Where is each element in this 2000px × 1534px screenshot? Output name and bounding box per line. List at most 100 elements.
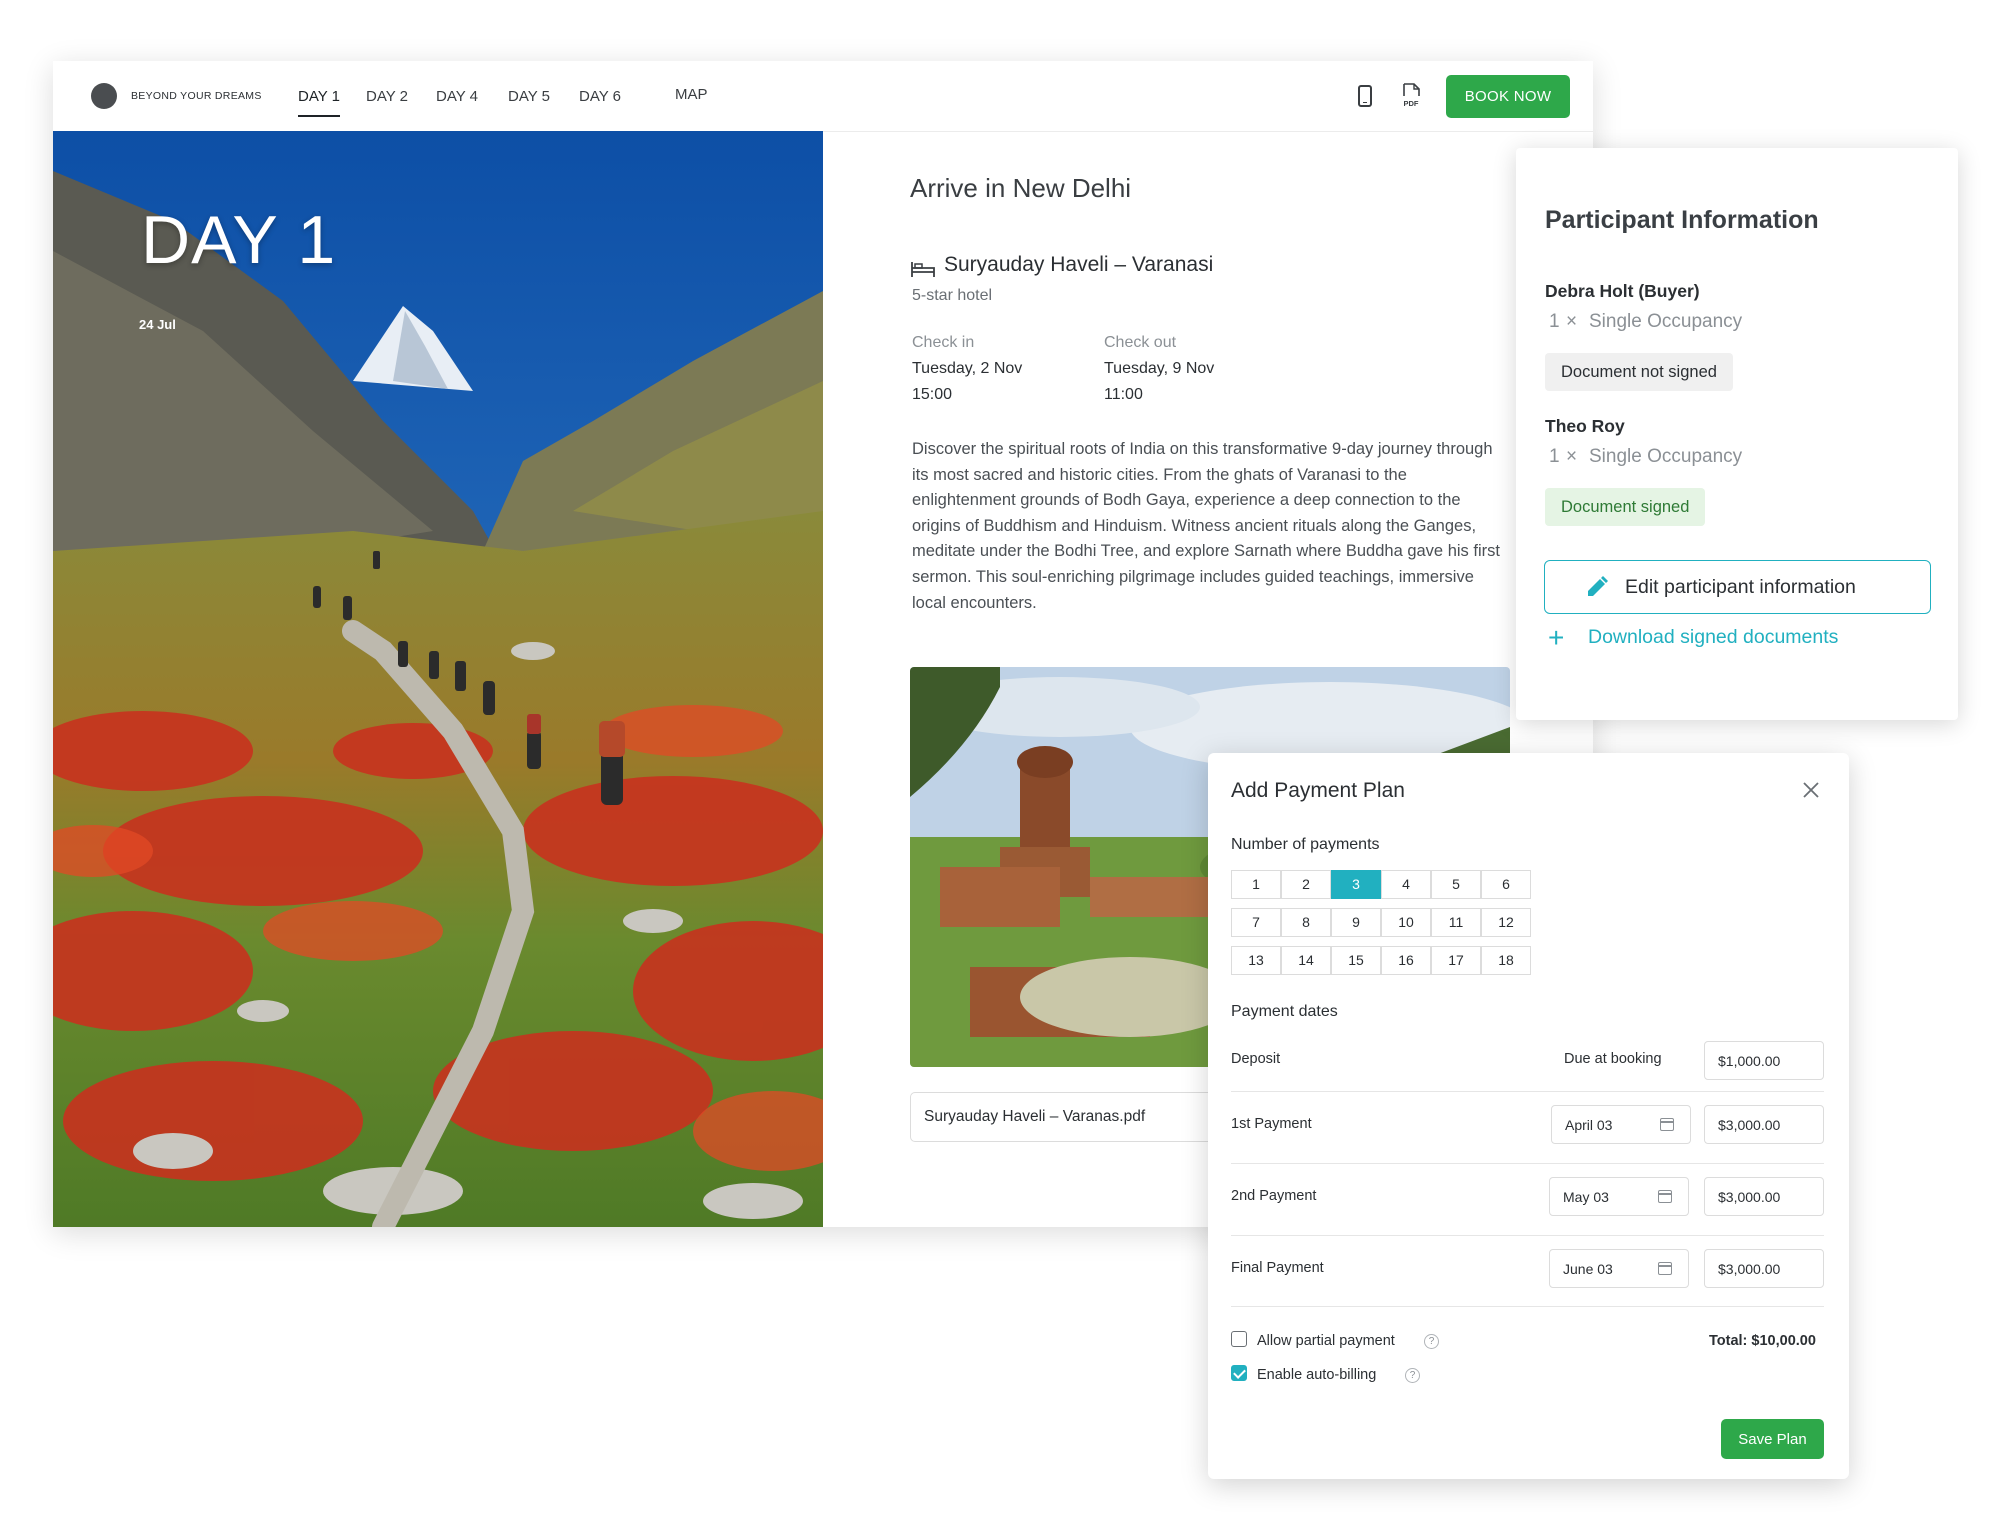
calendar-icon [1658, 1262, 1672, 1275]
participant-name: Theo Roy [1545, 416, 1625, 436]
tab-day-1[interactable]: DAY 1 [298, 88, 340, 105]
save-plan-button[interactable]: Save Plan [1721, 1419, 1824, 1459]
attached-pdf-name: Suryauday Haveli – Varanas.pdf [924, 1108, 1146, 1125]
amount-field[interactable]: $3,000.00 [1704, 1177, 1824, 1216]
edit-participant-button[interactable]: Edit participant information [1544, 560, 1931, 614]
auto-billing-label: Enable auto-billing [1257, 1367, 1377, 1383]
check-out-label: Check out [1104, 334, 1177, 351]
day-description: Discover the spiritual roots of India on… [912, 440, 1500, 612]
participant-room: Single Occupancy [1589, 446, 1743, 467]
payment-count-option[interactable]: 1 [1231, 870, 1281, 899]
calendar-icon [1658, 1190, 1672, 1203]
date-picker[interactable]: June 03 [1549, 1249, 1689, 1288]
dialog-title: Add Payment Plan [1231, 779, 1405, 802]
payment-plan-dialog: Add Payment Plan Number of payments 1234… [1208, 753, 1849, 1479]
status-badge: Document signed [1545, 488, 1706, 526]
payment-row-label: Deposit [1231, 1051, 1281, 1067]
payment-count-option[interactable]: 16 [1381, 946, 1431, 975]
payment-count-option[interactable]: 9 [1331, 908, 1381, 937]
payment-count-option[interactable]: 2 [1281, 870, 1331, 899]
row-divider [1231, 1306, 1824, 1307]
book-now-button[interactable]: BOOK NOW [1446, 75, 1570, 118]
check-out-date: Tuesday, 9 Nov [1104, 360, 1215, 377]
brand-logo[interactable] [91, 83, 117, 109]
status-badge: Document not signed [1545, 353, 1733, 391]
participant-quantity: 1 [1549, 311, 1560, 332]
day-heading: DAY 1 [141, 202, 337, 278]
payment-count-option[interactable]: 18 [1481, 946, 1531, 975]
phone-icon[interactable] [1358, 85, 1372, 107]
help-icon[interactable]: ? [1424, 1334, 1439, 1349]
amount-field[interactable]: $3,000.00 [1704, 1249, 1824, 1288]
times-sign: × [1566, 311, 1578, 332]
amount-field[interactable]: $1,000.00 [1704, 1041, 1824, 1080]
payment-count-option[interactable]: 6 [1481, 870, 1531, 899]
help-icon[interactable]: ? [1405, 1368, 1420, 1383]
payment-count-option[interactable]: 14 [1281, 946, 1331, 975]
allow-partial-checkbox[interactable] [1231, 1331, 1247, 1347]
amount-value: $1,000.00 [1718, 1053, 1781, 1069]
payment-row-label: 2nd Payment [1231, 1188, 1317, 1204]
payment-count-grid: 1 2 3 4 5 6 7 8 9 10 11 12 13 14 15 16 17 18 [1231, 870, 1531, 975]
day-date: 24 Jul [139, 317, 176, 332]
tab-map[interactable]: MAP [675, 86, 708, 103]
participant-panel-title: Participant Information [1545, 206, 1819, 234]
allow-partial-label: Allow partial payment [1257, 1333, 1395, 1349]
payment-row-label: Final Payment [1231, 1260, 1324, 1276]
top-navigation: BEYOND YOUR DREAMS DAY 1 DAY 2 DAY 4 DAY… [53, 61, 1593, 132]
times-sign: × [1566, 446, 1578, 467]
number-of-payments-label: Number of payments [1231, 836, 1380, 853]
payment-count-option[interactable]: 13 [1231, 946, 1281, 975]
date-value: June 03 [1563, 1261, 1613, 1277]
payment-count-option[interactable]: 10 [1381, 908, 1431, 937]
pencil-icon [1588, 576, 1608, 596]
active-tab-indicator [298, 115, 340, 117]
bed-icon [911, 262, 935, 277]
date-value: May 03 [1563, 1189, 1609, 1205]
pdf-icon[interactable]: PDF [1400, 83, 1422, 109]
close-icon[interactable] [1800, 779, 1822, 801]
amount-value: $3,000.00 [1718, 1261, 1781, 1277]
row-divider [1231, 1091, 1824, 1092]
row-divider [1231, 1163, 1824, 1164]
pdf-icon-text: PDF [1404, 99, 1419, 108]
payment-dates-label: Payment dates [1231, 1003, 1338, 1020]
date-picker[interactable]: April 03 [1551, 1105, 1691, 1144]
amount-value: $3,000.00 [1718, 1189, 1781, 1205]
hero-image: DAY 1 24 Jul [53, 131, 823, 1227]
amount-field[interactable]: $3,000.00 [1704, 1105, 1824, 1144]
tab-day-2[interactable]: DAY 2 [366, 88, 408, 105]
total-amount: Total: $10,00.00 [1709, 1333, 1816, 1349]
payment-count-option[interactable]: 11 [1431, 908, 1481, 937]
check-in-time: 15:00 [912, 386, 953, 403]
payment-count-option[interactable]: 3 [1331, 870, 1381, 899]
check-in-date: Tuesday, 2 Nov [912, 360, 1023, 377]
payment-count-option[interactable]: 12 [1481, 908, 1531, 937]
date-picker[interactable]: May 03 [1549, 1177, 1689, 1216]
mountain-valley-photo [53, 131, 823, 1227]
participant-quantity: 1 [1549, 446, 1560, 467]
tab-day-4[interactable]: DAY 4 [436, 88, 478, 105]
date-value: April 03 [1565, 1117, 1613, 1133]
hotel-name: Suryauday Haveli – Varanasi [944, 253, 1214, 276]
payment-count-option[interactable]: 7 [1231, 908, 1281, 937]
plus-icon[interactable]: + [1548, 624, 1564, 652]
row-divider [1231, 1235, 1824, 1236]
hotel-rating: 5-star hotel [912, 287, 993, 304]
payment-count-option[interactable]: 8 [1281, 908, 1331, 937]
calendar-icon [1660, 1118, 1674, 1131]
participant-room: Single Occupancy [1589, 311, 1743, 332]
check-in-label: Check in [912, 334, 975, 351]
participant-panel: Participant Information Debra Holt (Buye… [1516, 148, 1958, 720]
payment-count-option[interactable]: 5 [1431, 870, 1481, 899]
payment-count-option[interactable]: 15 [1331, 946, 1381, 975]
payment-count-option[interactable]: 17 [1431, 946, 1481, 975]
edit-participant-label: Edit participant information [1625, 576, 1856, 598]
download-documents-link[interactable]: Download signed documents [1588, 626, 1838, 649]
tab-day-6[interactable]: DAY 6 [579, 88, 621, 105]
auto-billing-checkbox[interactable] [1231, 1365, 1247, 1381]
tab-day-5[interactable]: DAY 5 [508, 88, 550, 105]
brand-name: BEYOND YOUR DREAMS [131, 90, 262, 102]
payment-count-option[interactable]: 4 [1381, 870, 1431, 899]
check-out-time: 11:00 [1104, 386, 1143, 403]
